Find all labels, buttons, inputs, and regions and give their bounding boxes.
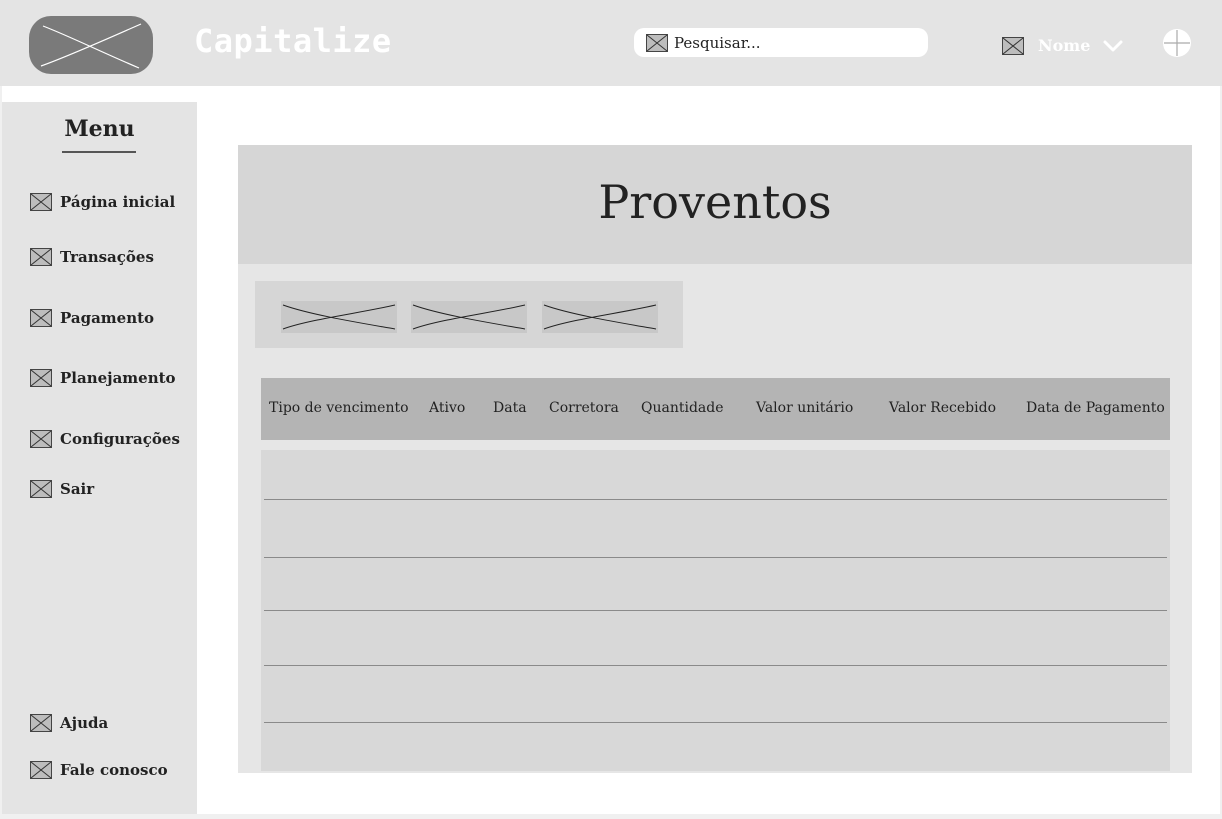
search-image-placeholder-icon bbox=[646, 33, 668, 52]
sidebar-item-sair[interactable]: Sair bbox=[30, 480, 94, 498]
image-placeholder-icon bbox=[30, 480, 52, 498]
top-header: Capitalize Pesquisar... Nome bbox=[0, 0, 1222, 86]
column-header-valor-recebido[interactable]: Valor Recebido bbox=[889, 400, 996, 416]
logo-image-placeholder-icon[interactable] bbox=[29, 16, 153, 74]
column-header-quantidade[interactable]: Quantidade bbox=[641, 400, 724, 416]
toolbar-button-3[interactable] bbox=[542, 301, 658, 333]
title-band: Proventos bbox=[238, 145, 1192, 264]
toolbar bbox=[255, 281, 683, 348]
sidebar-item-label: Pagamento bbox=[60, 309, 155, 327]
row-divider bbox=[264, 499, 1167, 500]
column-header-corretora[interactable]: Corretora bbox=[549, 400, 619, 416]
sidebar-item-planejamento[interactable]: Planejamento bbox=[30, 369, 176, 387]
column-header-data-de-pagamento[interactable]: Data de Pagamento bbox=[1026, 400, 1165, 416]
image-placeholder-icon bbox=[30, 369, 52, 387]
user-menu[interactable]: Nome bbox=[1002, 36, 1124, 55]
menu-underline bbox=[62, 151, 136, 153]
sidebar-item-configuracoes[interactable]: Configurações bbox=[30, 430, 180, 448]
row-divider bbox=[264, 610, 1167, 611]
image-placeholder-icon bbox=[30, 248, 52, 266]
sidebar-item-label: Página inicial bbox=[60, 193, 176, 211]
table-header: Tipo de vencimento Ativo Data Corretora … bbox=[261, 378, 1170, 440]
sidebar-item-label: Transações bbox=[60, 248, 154, 266]
search-bar[interactable]: Pesquisar... bbox=[634, 28, 928, 57]
sidebar-item-ajuda[interactable]: Ajuda bbox=[30, 714, 108, 732]
menu-title: Menu bbox=[64, 116, 135, 142]
proventos-card: Proventos Tipo de vencimento Ativo Data … bbox=[238, 145, 1192, 773]
sidebar-item-label: Configurações bbox=[60, 430, 180, 448]
sidebar-item-label: Planejamento bbox=[60, 369, 176, 387]
sidebar-item-label: Sair bbox=[60, 480, 95, 498]
sidebar-item-label: Ajuda bbox=[60, 714, 109, 732]
app-title: Capitalize bbox=[194, 22, 392, 60]
image-placeholder-icon bbox=[30, 714, 52, 732]
user-avatar-placeholder-icon bbox=[1002, 36, 1024, 55]
image-placeholder-icon bbox=[30, 761, 52, 779]
row-divider bbox=[264, 557, 1167, 558]
sidebar-item-fale-conosco[interactable]: Fale conosco bbox=[30, 761, 168, 779]
row-divider bbox=[264, 665, 1167, 666]
sidebar: Menu Página inicial Transações Pagamento… bbox=[2, 102, 197, 814]
sidebar-item-label: Fale conosco bbox=[60, 761, 168, 779]
sidebar-item-transacoes[interactable]: Transações bbox=[30, 248, 154, 266]
image-placeholder-icon bbox=[30, 309, 52, 327]
page-title: Proventos bbox=[598, 175, 832, 229]
toolbar-button-2[interactable] bbox=[411, 301, 527, 333]
column-header-valor-unitario[interactable]: Valor unitário bbox=[756, 400, 853, 416]
search-input[interactable]: Pesquisar... bbox=[674, 34, 761, 52]
table-body bbox=[261, 450, 1170, 771]
sidebar-item-pagina-inicial[interactable]: Página inicial bbox=[30, 193, 175, 211]
image-placeholder-icon bbox=[30, 430, 52, 448]
column-header-data[interactable]: Data bbox=[493, 400, 527, 416]
chevron-down-icon[interactable] bbox=[1102, 39, 1124, 53]
toolbar-button-1[interactable] bbox=[281, 301, 397, 333]
column-header-tipo-de-vencimento[interactable]: Tipo de vencimento bbox=[269, 400, 409, 416]
sidebar-item-pagamento[interactable]: Pagamento bbox=[30, 309, 154, 327]
column-header-ativo[interactable]: Ativo bbox=[429, 400, 465, 416]
plus-circle-icon[interactable] bbox=[1162, 28, 1192, 58]
row-divider bbox=[264, 722, 1167, 723]
user-name: Nome bbox=[1038, 36, 1091, 55]
image-placeholder-icon bbox=[30, 193, 52, 211]
